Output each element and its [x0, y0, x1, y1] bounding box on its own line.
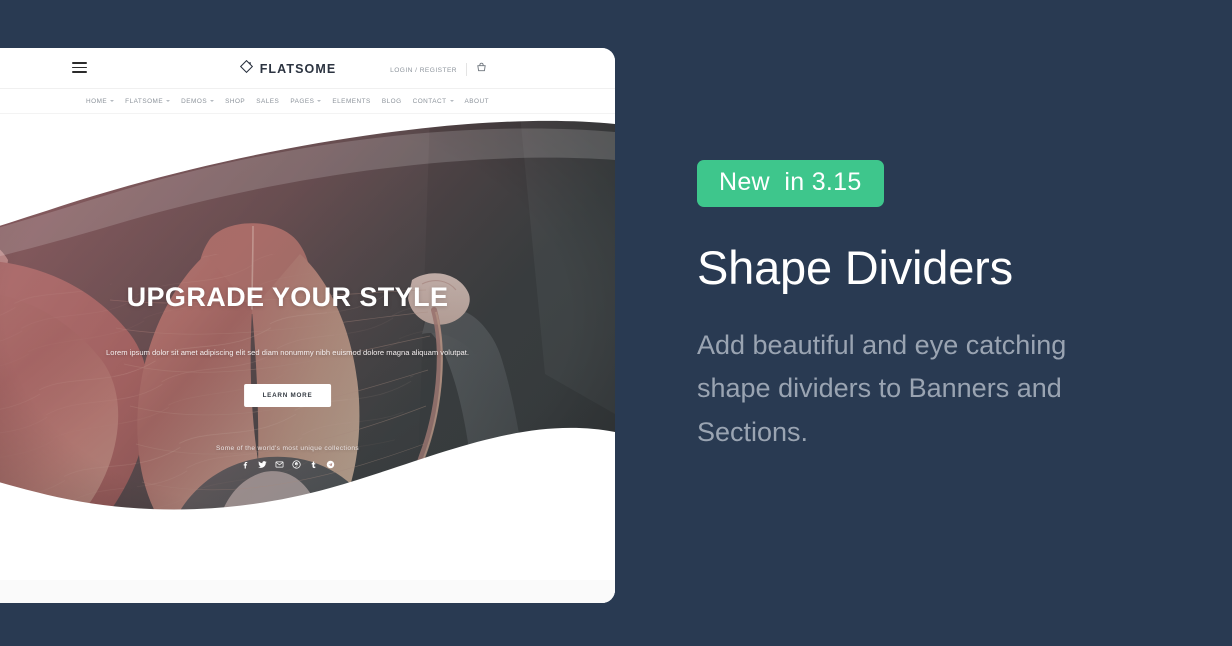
- shopping-basket-icon[interactable]: [476, 60, 487, 78]
- telegram-icon[interactable]: [326, 460, 335, 469]
- twitter-icon[interactable]: [257, 460, 267, 469]
- version-badge: New in 3.15: [697, 160, 884, 207]
- nav-label: FLATSOME: [125, 97, 164, 105]
- below-hero-section: [0, 564, 615, 603]
- facebook-icon[interactable]: [241, 460, 250, 469]
- divider: [466, 62, 467, 76]
- nav-item-flatsome[interactable]: FLATSOME: [125, 97, 171, 105]
- nav-item-blog[interactable]: BLOG: [382, 98, 402, 105]
- nav-label: SALES: [256, 97, 280, 105]
- chevron-down-icon: [166, 100, 171, 102]
- nav-label: HOME: [85, 97, 108, 105]
- nav-label: PAGES: [290, 97, 315, 105]
- nav-item-demos[interactable]: DEMOS: [181, 97, 215, 105]
- nav-label: ELEMENTS: [332, 97, 371, 105]
- hero-heading: UPGRADE YOUR STYLE: [126, 282, 449, 312]
- hero-tagline: Some of the world's most unique collecti…: [215, 445, 360, 452]
- nav-label: BLOG: [381, 97, 402, 105]
- site-logo-text: FLATSOME: [259, 62, 337, 76]
- social-links[interactable]: [0, 460, 615, 469]
- nav-item-contact[interactable]: CONTACT: [413, 98, 454, 105]
- nav-item-home[interactable]: HOME: [85, 97, 115, 105]
- promo-panel: New in 3.15 Shape Dividers Add beautiful…: [697, 160, 1137, 455]
- nav-item-about[interactable]: ABOUT: [465, 98, 490, 105]
- hero-subheading: Lorem ipsum dolor sit amet adipiscing el…: [106, 348, 469, 357]
- nav-label: DEMOS: [181, 97, 208, 105]
- diamond-logo-icon: [239, 59, 254, 79]
- nav-label: CONTACT: [412, 97, 447, 105]
- pinterest-icon[interactable]: [291, 460, 301, 469]
- account-area: LOGIN / REGISTER: [390, 60, 487, 78]
- email-icon[interactable]: [275, 460, 284, 469]
- site-header: FLATSOME LOGIN / REGISTER: [0, 48, 615, 89]
- nav-item-sales[interactable]: SALES: [256, 98, 279, 105]
- hero-content: UPGRADE YOUR STYLE Lorem ipsum dolor sit…: [0, 114, 615, 564]
- nav-item-elements[interactable]: ELEMENTS: [332, 98, 370, 105]
- chevron-down-icon: [110, 100, 115, 102]
- site-logo[interactable]: FLATSOME: [0, 59, 615, 79]
- learn-more-button[interactable]: LEARN MORE: [243, 384, 332, 407]
- hero-banner: UPGRADE YOUR STYLE Lorem ipsum dolor sit…: [0, 114, 615, 564]
- page-footer-strip: [0, 580, 615, 603]
- login-register-link[interactable]: LOGIN / REGISTER: [390, 67, 457, 74]
- chevron-down-icon: [210, 100, 215, 102]
- nav-item-shop[interactable]: SHOP: [225, 98, 245, 105]
- site-navigation[interactable]: HOME FLATSOME DEMOS SHOP SALES PAGES ELE…: [0, 89, 615, 114]
- website-preview-card: FLATSOME LOGIN / REGISTER HOME FLATSOME …: [0, 48, 615, 603]
- page-title: Shape Dividers: [697, 241, 1013, 294]
- nav-label: SHOP: [225, 97, 246, 105]
- chevron-down-icon: [317, 100, 322, 102]
- chevron-down-icon: [449, 100, 454, 102]
- promo-description: Add beautiful and eye catching shape div…: [697, 329, 1067, 448]
- tumblr-icon[interactable]: [309, 460, 318, 469]
- nav-label: ABOUT: [464, 97, 490, 105]
- nav-item-pages[interactable]: PAGES: [290, 97, 322, 105]
